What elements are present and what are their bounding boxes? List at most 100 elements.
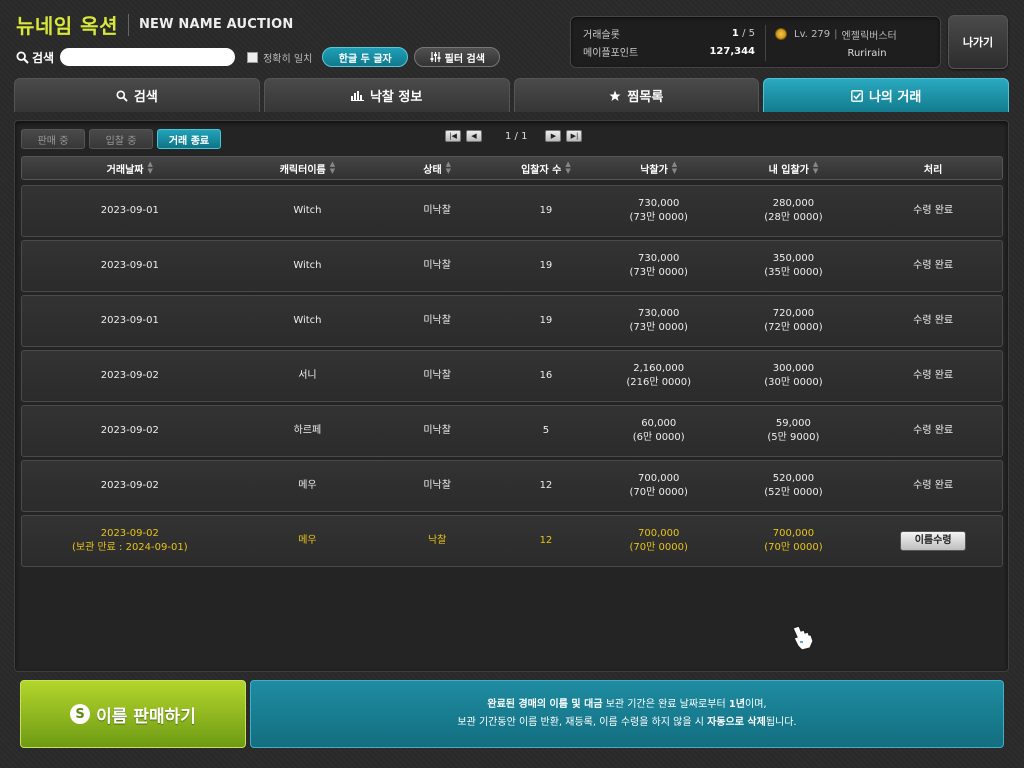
col-date-label: 거래날짜 [106,164,144,176]
date-text: 2023-09-01 [100,260,159,271]
notice-text-4: 됩니다. [765,717,797,728]
search-icon [16,50,29,64]
cell-action: 수령 완료 [913,315,954,326]
table-row: 2023-09-01 Witch 미낙찰 19 730,000 (73만 0000… [21,295,1003,347]
page-total: 1 [521,130,528,142]
cell-bidders: 12 [539,480,553,491]
trade-slot-label: 거래슬롯 [583,29,620,41]
cell-my-bid: 280,000 (28만 0000) [723,197,865,225]
cell-date: 2023-09-01 [22,259,238,273]
cell-winning-price: 730,000 (73만 0000) [595,197,723,225]
hangul-two-chars-button[interactable]: 한글 두 글자 [322,47,409,67]
next-page-button[interactable]: ▶ [545,130,562,142]
date-text: 2023-09-02 [100,480,159,491]
cell-action: 수령 완료 [913,480,954,491]
cell-my-bid: 300,000 (30만 0000) [723,362,865,390]
cell-character-name: Witch [293,315,322,326]
character-job: 엔젤릭버스터 [841,30,897,42]
col-winning-price[interactable]: 낙찰가 ▲ ▼ [595,157,723,179]
sort-icon: ▲ ▼ [329,160,336,175]
sort-icon: ▲ ▼ [812,160,819,175]
filter-search-button[interactable]: 필터 검색 [414,47,501,67]
info-divider [765,25,766,61]
account-stats: 거래슬롯 1 / 5 메이플포인트 127,344 [583,24,755,60]
col-my-bid-label: 내 입찰가 [768,164,809,176]
exact-match-toggle[interactable]: 정확히 일치 [247,50,312,65]
subtab-selling[interactable]: 판매 중 [21,129,85,149]
level-separator: | [834,28,838,40]
tab-wishlist[interactable]: 찜목록 [513,78,760,112]
date-text: 2023-09-02 [100,425,159,436]
exact-match-label: 정확히 일치 [263,53,313,65]
cell-status: 미낙찰 [423,480,451,491]
subtab-completed[interactable]: 거래 종료 [157,129,221,149]
character-info: Lv. 279 | 엔젤릭버스터 Rurirain [775,25,935,63]
star-icon [609,90,621,101]
notice-line-1: 완료된 경매의 이름 및 대금 보관 기간은 완료 날짜로부터 1년이며, [487,696,766,714]
hand-cursor-icon [792,625,814,651]
claim-name-button[interactable]: 이름수령 [900,531,967,551]
character-level: Lv. 279 [794,28,831,40]
trade-slot-separator: / [738,27,749,39]
date-text: 2023-09-02 [100,528,159,539]
exit-button[interactable]: 나가기 [948,15,1008,69]
cell-my-bid: 350,000 (35만 0000) [723,252,865,280]
price-kr-text: (73만 0000) [629,267,688,278]
pagination: |◀ ◀ 1 / 1 ▶ ▶| [445,130,587,142]
brand-title-kr: 뉴네임 옥션 [16,14,118,38]
price-kr-text: (70만 0000) [629,542,688,553]
bar-chart-icon [350,91,364,101]
tab-my-trades[interactable]: 나의 거래 [763,78,1009,112]
price-kr-text: (216만 0000) [626,377,692,388]
col-character-name[interactable]: 캐릭터이름 ▲ ▼ [238,157,378,179]
exact-match-checkbox[interactable] [247,51,259,63]
account-info-panel: 거래슬롯 1 / 5 메이플포인트 127,344 Lv. 279 | 엔젤릭버… [570,16,941,68]
date-text: 2023-09-01 [100,315,159,326]
cell-character-name: 하르페 [293,425,322,436]
cell-bidders: 19 [539,205,553,216]
mybid-text: 280,000 [772,198,815,209]
mybid-kr-text: (28만 0000) [764,212,823,223]
price-text: 730,000 [638,308,680,319]
mybid-kr-text: (5만 9000) [767,432,820,443]
sort-icon: ▲ ▼ [671,160,678,175]
cell-status: 미낙찰 [423,425,451,436]
brand-title-en: NEW NAME AUCTION [138,17,294,32]
mybid-kr-text: (72만 0000) [764,322,823,333]
notice-emph-2: 1년 [728,699,745,710]
cell-bidders: 19 [539,315,553,326]
sell-name-button[interactable]: S 이름 판매하기 [20,680,246,748]
search-input[interactable] [60,48,236,66]
page-indicator: 1 / 1 [505,131,527,142]
storage-notice: 완료된 경매의 이름 및 대금 보관 기간은 완료 날짜로부터 1년이며, 보관… [250,680,1004,748]
tab-my-trades-label: 나의 거래 [868,90,922,105]
col-winning-price-label: 낙찰가 [640,164,668,176]
last-page-button[interactable]: ▶| [566,130,583,142]
col-my-bid[interactable]: 내 입찰가 ▲ ▼ [723,157,865,179]
expiry-text: (보관 만료 : 2024-09-01) [71,542,188,553]
search-label-text: 검색 [32,50,55,65]
last-page-icon: ▶| [570,132,579,140]
mybid-text: 300,000 [772,363,815,374]
cell-bidders: 16 [539,370,553,381]
tab-winning-info[interactable]: 낙찰 정보 [263,78,510,112]
subtab-bidding[interactable]: 입찰 중 [89,129,153,149]
col-status[interactable]: 상태 ▲ ▼ [377,157,497,179]
cell-status: 낙찰 [427,535,447,546]
mybid-kr-text: (52만 0000) [764,487,823,498]
table-row: 2023-09-01 Witch 미낙찰 19 730,000 (73만 0000… [21,185,1003,237]
tab-search[interactable]: 검색 [14,78,260,112]
tab-search-label: 검색 [133,90,158,105]
cell-action: 수령 완료 [913,370,954,381]
col-date[interactable]: 거래날짜 ▲ ▼ [22,157,238,179]
col-bidders[interactable]: 입찰자 수 ▲ ▼ [497,157,595,179]
character-name: Rurirain [847,48,887,59]
table-row: 2023-09-02 하르페 미낙찰 5 60,000 (6만 0000) 59,… [21,405,1003,457]
cell-character-name: 메우 [298,535,317,546]
cell-my-bid: 59,000 (5만 9000) [723,417,865,445]
sort-icon: ▲ ▼ [445,160,452,175]
sort-icon: ▲ ▼ [147,160,153,175]
first-page-button[interactable]: |◀ [445,130,461,142]
prev-page-button[interactable]: ◀ [466,130,482,142]
level-row: Lv. 279 | 엔젤릭버스터 [775,25,935,43]
